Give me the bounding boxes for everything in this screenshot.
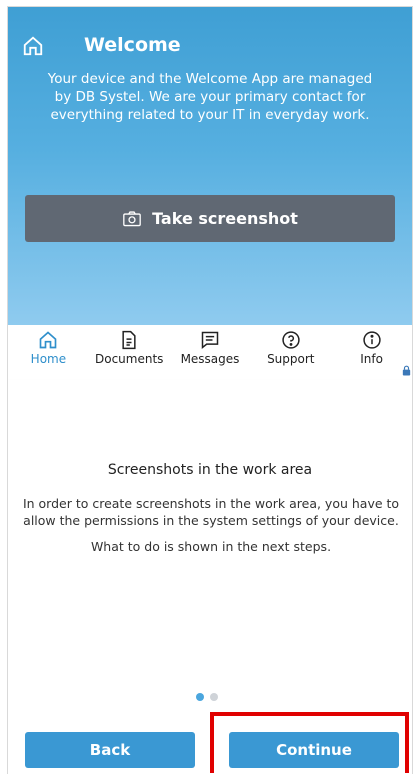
app-frame: Welcome Your device and the Welcome App … (7, 6, 413, 774)
page-dot (210, 693, 218, 701)
nav-label-support: Support (267, 352, 315, 366)
continue-button[interactable]: Continue (229, 732, 399, 768)
intro-text: Your device and the Welcome App are mana… (47, 71, 373, 123)
nav-item-documents[interactable]: Documents (89, 325, 170, 380)
back-button[interactable]: Back (25, 732, 195, 768)
take-screenshot-label: Take screenshot (152, 209, 298, 228)
home-icon[interactable] (22, 35, 44, 57)
nav-label-messages: Messages (180, 352, 240, 366)
page-indicator (196, 693, 218, 701)
sheet-body-text: In order to create screenshots in the wo… (22, 496, 400, 528)
home-icon (40, 331, 57, 349)
sheet-body-text-2: What to do is shown in the next steps. (90, 539, 332, 554)
content-placeholder (8, 380, 412, 419)
nav-item-messages[interactable]: Messages (170, 325, 251, 380)
info-icon (362, 331, 381, 349)
nav-label-info: Info (360, 352, 383, 366)
nav-label-documents: Documents (94, 352, 164, 366)
bottom-nav: Home Documents Messages Support Info (8, 325, 412, 380)
message-icon (201, 331, 219, 350)
nav-label-home: Home (30, 352, 67, 366)
nav-item-info[interactable]: Info (331, 325, 412, 380)
onboarding-sheet: Screenshots in the work area In order to… (8, 418, 412, 774)
camera-icon (123, 210, 141, 226)
nav-item-support[interactable]: Support (250, 325, 331, 380)
take-screenshot-button[interactable]: Take screenshot (25, 195, 395, 242)
nav-item-home[interactable]: Home (8, 325, 89, 380)
document-icon (122, 330, 136, 350)
lock-icon (402, 365, 411, 376)
sheet-title: Screenshots in the work area (107, 462, 313, 478)
page-title: Welcome (84, 34, 181, 56)
welcome-header: Welcome Your device and the Welcome App … (8, 7, 412, 325)
page-dot-active (196, 693, 204, 701)
help-icon (282, 331, 300, 349)
